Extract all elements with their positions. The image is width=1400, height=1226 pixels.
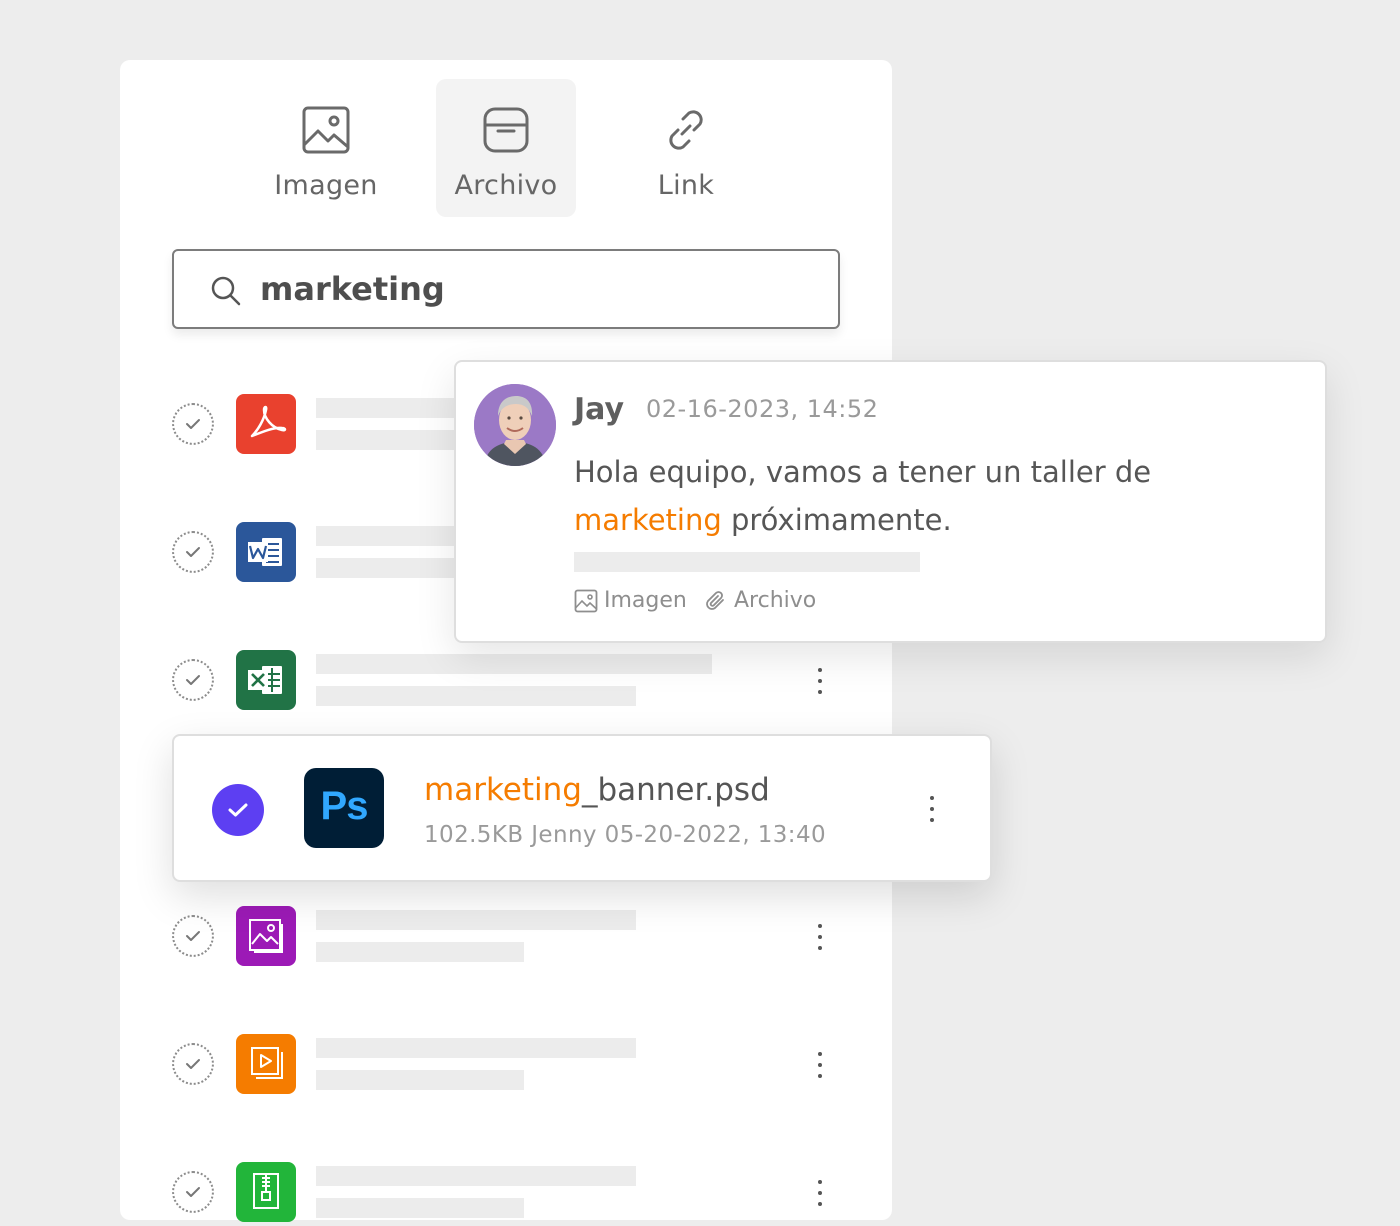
tab-label: Link xyxy=(657,170,715,201)
file-row-excel[interactable] xyxy=(172,650,862,714)
check-icon xyxy=(186,1187,200,1197)
file-meta: 102.5KB Jenny 05-20-2022, 13:40 xyxy=(424,822,826,848)
video-file-icon xyxy=(236,1034,296,1094)
placeholder-line xyxy=(316,1166,636,1186)
message-highlight: marketing xyxy=(574,503,722,537)
placeholder-line xyxy=(316,942,524,962)
excel-file-icon xyxy=(236,650,296,710)
placeholder-line xyxy=(316,558,476,578)
check-icon xyxy=(186,931,200,941)
select-checkbox[interactable] xyxy=(172,531,214,573)
select-checkbox[interactable] xyxy=(172,915,214,957)
more-options-icon[interactable] xyxy=(812,1050,828,1080)
paperclip-icon xyxy=(706,591,724,610)
select-checkbox[interactable] xyxy=(172,659,214,701)
message-timestamp: 02-16-2023, 14:52 xyxy=(646,395,879,423)
placeholder-line xyxy=(316,430,476,450)
placeholder-line xyxy=(316,526,476,546)
placeholder-line xyxy=(316,1038,636,1058)
check-icon xyxy=(186,1059,200,1069)
check-icon xyxy=(228,803,248,817)
file-row-video[interactable] xyxy=(172,1034,862,1098)
file-date: 05-20-2022, 13:40 xyxy=(604,822,827,848)
placeholder-line xyxy=(574,552,920,572)
search-value: marketing xyxy=(260,270,445,308)
file-name-highlight: marketing xyxy=(424,772,582,808)
placeholder-line xyxy=(316,1198,524,1218)
file-icon xyxy=(483,107,529,153)
file-row-zip[interactable] xyxy=(172,1162,862,1226)
message-text-end: próximamente. xyxy=(721,503,952,537)
ps-icon-text: Ps xyxy=(320,784,369,828)
attachment-label: Imagen xyxy=(604,588,687,613)
more-options-icon[interactable] xyxy=(812,922,828,952)
message-text: Hola equipo, vamos a tener un taller de … xyxy=(574,448,1274,544)
tab-imagen[interactable]: Imagen xyxy=(256,79,396,217)
file-owner: Jenny xyxy=(531,822,597,848)
check-icon xyxy=(186,675,200,685)
file-name-rest: _banner.psd xyxy=(581,772,770,808)
tab-label: Imagen xyxy=(274,170,378,201)
photoshop-file-icon: Ps xyxy=(304,768,384,848)
image-icon xyxy=(574,589,598,613)
message-text-start: Hola equipo, vamos a tener un taller de xyxy=(574,455,1152,489)
placeholder-line xyxy=(316,654,712,674)
check-icon xyxy=(186,419,200,429)
file-size: 102.5KB xyxy=(424,822,524,848)
link-icon xyxy=(669,110,703,150)
more-options-icon[interactable] xyxy=(812,1178,828,1208)
zip-file-icon xyxy=(236,1162,296,1222)
image-file-icon xyxy=(236,906,296,966)
selected-checkbox[interactable] xyxy=(212,784,264,836)
select-checkbox[interactable] xyxy=(172,1171,214,1213)
pdf-file-icon xyxy=(236,394,296,454)
select-checkbox[interactable] xyxy=(172,403,214,445)
check-icon xyxy=(186,547,200,557)
image-icon xyxy=(302,106,350,154)
tab-label: Archivo xyxy=(454,170,558,201)
placeholder-line xyxy=(316,1070,524,1090)
tab-link[interactable]: Link xyxy=(616,79,756,217)
word-file-icon xyxy=(236,522,296,582)
message-card[interactable]: Jay 02-16-2023, 14:52 Hola equipo, vamos… xyxy=(454,360,1327,643)
avatar xyxy=(474,384,556,466)
file-row-image[interactable] xyxy=(172,906,862,970)
placeholder-line xyxy=(316,398,476,418)
tab-archivo[interactable]: Archivo xyxy=(436,79,576,217)
more-options-icon[interactable] xyxy=(924,794,940,824)
placeholder-line xyxy=(316,686,636,706)
message-author: Jay xyxy=(574,392,625,427)
more-options-icon[interactable] xyxy=(812,666,828,696)
search-icon xyxy=(211,276,241,306)
selected-file-row[interactable]: Ps marketing_banner.psd 102.5KB Jenny 05… xyxy=(172,734,992,882)
search-input[interactable]: marketing xyxy=(172,249,840,329)
file-name: marketing_banner.psd xyxy=(424,772,770,808)
placeholder-line xyxy=(316,910,636,930)
attachment-label: Archivo xyxy=(734,588,817,613)
select-checkbox[interactable] xyxy=(172,1043,214,1085)
